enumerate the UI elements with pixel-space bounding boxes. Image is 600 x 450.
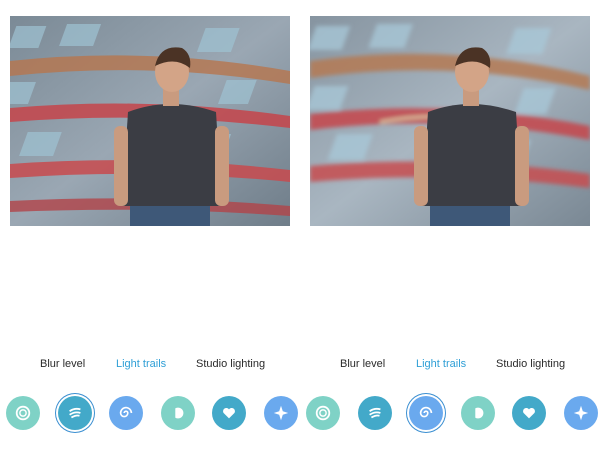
mode-blur-level[interactable]: Blur level: [40, 358, 85, 370]
concentric-circles-icon: [315, 405, 331, 421]
effect-half-circle-button[interactable]: [461, 396, 495, 430]
sparkle-icon: [573, 405, 589, 421]
heart-icon: [223, 407, 235, 419]
portrait-photo-blurred: [310, 16, 590, 226]
effects-bar: [300, 396, 600, 436]
mode-light-trails[interactable]: Light trails: [416, 358, 466, 370]
effect-concentric-button[interactable]: [306, 396, 340, 430]
effect-concentric-button[interactable]: [6, 396, 40, 430]
effect-swoosh-button[interactable]: [58, 396, 92, 430]
effect-swoosh-button[interactable]: [358, 396, 392, 430]
effect-heart-button[interactable]: [512, 396, 546, 430]
mode-studio-lighting[interactable]: Studio lighting: [496, 358, 565, 370]
mode-labels: Blur level Light trails Studio lighting: [0, 358, 300, 374]
left-panel: Blur level Light trails Studio lighting: [0, 0, 300, 450]
swoosh-lines-icon: [69, 407, 81, 419]
half-circle-icon: [471, 407, 484, 419]
effect-heart-button[interactable]: [212, 396, 246, 430]
effects-bar: [0, 396, 300, 436]
effect-sparkle-button[interactable]: [564, 396, 598, 430]
effect-spiral-button[interactable]: [409, 396, 443, 430]
effect-half-circle-button[interactable]: [161, 396, 195, 430]
heart-icon: [523, 407, 535, 419]
right-panel: Blur level Light trails Studio lighting: [300, 0, 600, 450]
mode-studio-lighting[interactable]: Studio lighting: [196, 358, 265, 370]
concentric-circles-icon: [15, 405, 31, 421]
portrait-photo: [10, 16, 290, 226]
effect-sparkle-button[interactable]: [264, 396, 298, 430]
mode-labels: Blur level Light trails Studio lighting: [300, 358, 600, 374]
mode-light-trails[interactable]: Light trails: [116, 358, 166, 370]
mode-blur-level[interactable]: Blur level: [340, 358, 385, 370]
effect-spiral-button[interactable]: [109, 396, 143, 430]
swoosh-lines-icon: [369, 407, 381, 419]
spiral-icon: [419, 406, 433, 418]
sparkle-icon: [273, 405, 289, 421]
half-circle-icon: [171, 407, 184, 419]
spiral-icon: [119, 406, 133, 418]
